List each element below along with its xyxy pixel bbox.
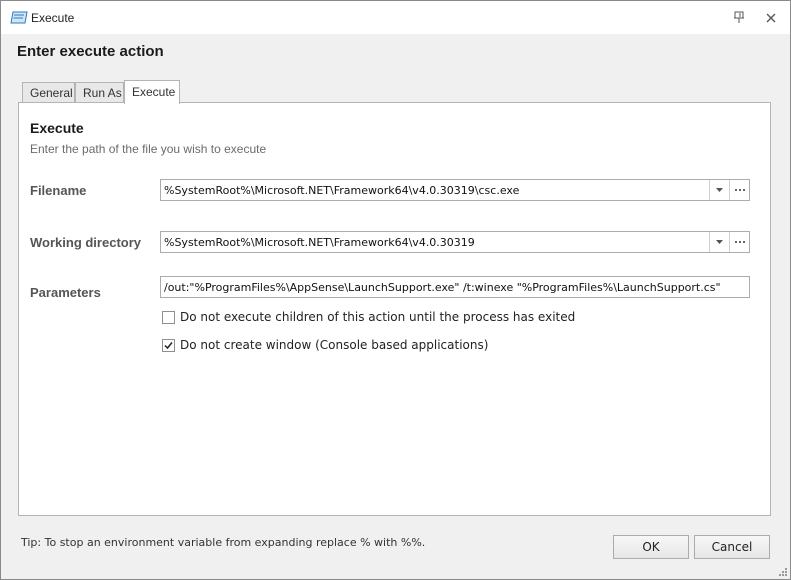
filename-dropdown-button[interactable]: [709, 180, 728, 200]
pin-icon[interactable]: [729, 8, 749, 28]
chevron-down-icon: [716, 188, 723, 192]
working-directory-value[interactable]: %SystemRoot%\Microsoft.NET\Framework64\v…: [164, 236, 475, 249]
working-directory-browse-button[interactable]: [729, 232, 749, 252]
no-window-checkbox[interactable]: [162, 339, 175, 352]
ellipsis-icon: [735, 189, 745, 191]
tab-execute[interactable]: Execute: [124, 80, 180, 104]
no-window-label[interactable]: Do not create window (Console based appl…: [180, 338, 488, 352]
filename-browse-button[interactable]: [729, 180, 749, 200]
section-title: Execute: [30, 120, 84, 136]
wait-for-process-label[interactable]: Do not execute children of this action u…: [180, 310, 575, 324]
dialog-window: Execute Enter execute action General Run…: [0, 0, 791, 580]
dialog-heading: Enter execute action: [17, 43, 164, 60]
footer-tip: Tip: To stop an environment variable fro…: [21, 536, 426, 549]
ok-button[interactable]: OK: [613, 535, 689, 559]
wait-for-process-checkbox[interactable]: [162, 311, 175, 324]
parameters-value[interactable]: /out:"%ProgramFiles%\AppSense\LaunchSupp…: [164, 281, 721, 294]
tab-general[interactable]: General: [22, 82, 75, 103]
ellipsis-icon: [735, 241, 745, 243]
parameters-input[interactable]: /out:"%ProgramFiles%\AppSense\LaunchSupp…: [160, 276, 750, 298]
execute-tab-panel: Execute Enter the path of the file you w…: [18, 102, 771, 516]
checkmark-icon: [164, 342, 173, 350]
working-directory-combobox[interactable]: %SystemRoot%\Microsoft.NET\Framework64\v…: [160, 231, 750, 253]
execute-app-icon: [10, 11, 28, 24]
resize-grip-icon[interactable]: [778, 567, 788, 577]
working-directory-label: Working directory: [30, 235, 142, 250]
cancel-button[interactable]: Cancel: [694, 535, 770, 559]
tab-run-as[interactable]: Run As: [75, 82, 124, 103]
filename-label: Filename: [30, 183, 87, 198]
chevron-down-icon: [716, 240, 723, 244]
working-directory-dropdown-button[interactable]: [709, 232, 728, 252]
filename-value[interactable]: %SystemRoot%\Microsoft.NET\Framework64\v…: [164, 184, 519, 197]
parameters-label: Parameters: [30, 285, 101, 300]
close-icon[interactable]: [761, 8, 781, 28]
title-bar: Execute: [1, 1, 790, 34]
window-title: Execute: [31, 11, 75, 25]
filename-combobox[interactable]: %SystemRoot%\Microsoft.NET\Framework64\v…: [160, 179, 750, 201]
section-description: Enter the path of the file you wish to e…: [30, 142, 267, 156]
